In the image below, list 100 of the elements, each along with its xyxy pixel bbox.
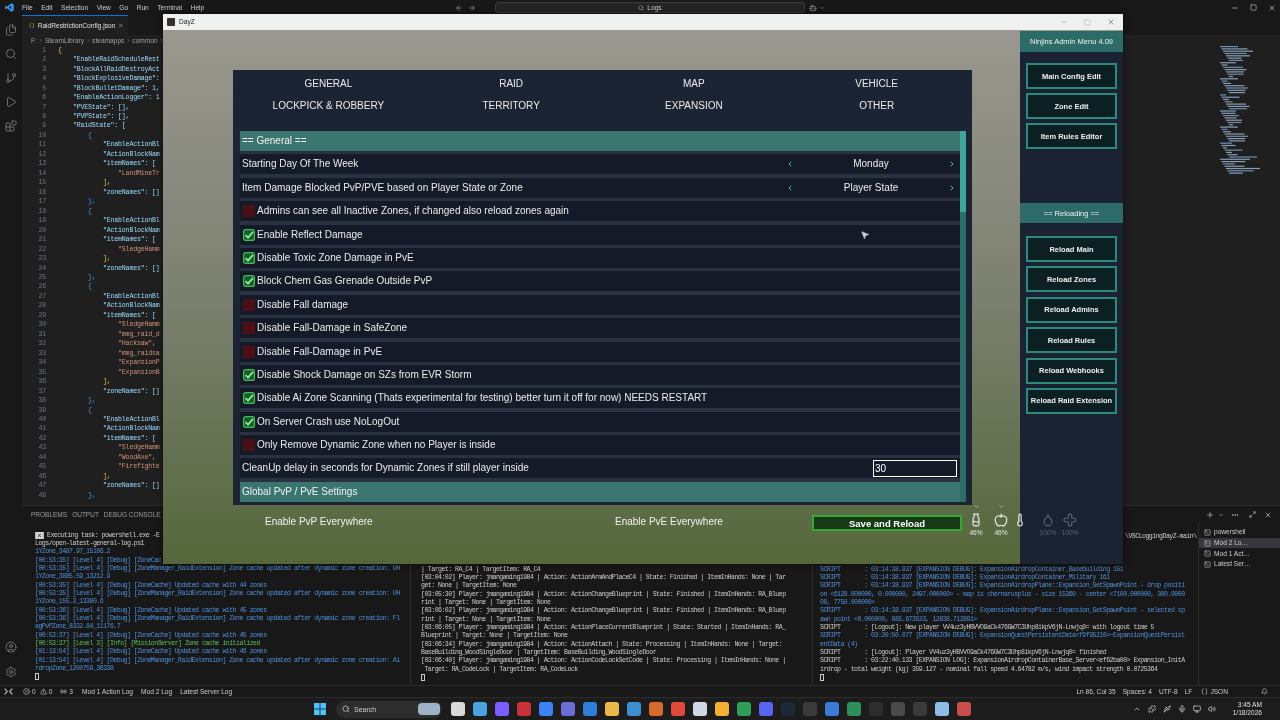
chevron-down-icon[interactable] (1218, 511, 1224, 518)
selector-value: Monday (853, 158, 889, 171)
app-icon[interactable] (517, 702, 531, 716)
braces-icon (29, 22, 35, 29)
tab[interactable]: EXPANSION (665, 100, 723, 112)
angle-brackets-icon[interactable] (4, 688, 13, 695)
app-icon[interactable] (759, 702, 773, 716)
chevron-up-icon[interactable] (1132, 705, 1141, 713)
search-icon (638, 4, 645, 11)
setting-label: Disable Ai Zone Scanning (Thats experimental for testing) better turn it off for now) NEEDS RESTART (257, 392, 708, 405)
number-input[interactable]: 30 (873, 459, 957, 477)
tab[interactable]: GENERAL (304, 78, 353, 90)
maximize-icon[interactable] (1249, 511, 1256, 518)
checkbox[interactable] (243, 205, 255, 218)
branch-icon[interactable] (5, 72, 17, 84)
setting-label: Enable PvE Everywhere (615, 516, 723, 527)
setting-label: Disable Fall damage (257, 298, 349, 311)
chevron-right-icon (38, 38, 44, 43)
save-reload-button[interactable]: Save and Reload (812, 515, 962, 531)
setting-label: Enable Reflect Damage (257, 228, 363, 241)
setting-label: Enable PvP Everywhere (265, 516, 373, 527)
account-icon[interactable] (5, 641, 17, 653)
broadcast-icon[interactable] (60, 688, 68, 695)
app-icon[interactable] (935, 702, 949, 716)
checkbox[interactable] (243, 345, 255, 358)
volume-icon[interactable] (1207, 705, 1216, 713)
tab[interactable]: MAP (683, 78, 705, 90)
checkbox[interactable] (243, 392, 255, 405)
app-icon[interactable] (847, 702, 861, 716)
checkbox[interactable] (243, 298, 255, 311)
chevron-right-icon[interactable] (948, 160, 956, 169)
puzzle-icon[interactable] (1147, 705, 1156, 713)
tab[interactable]: TERRITORY (482, 100, 540, 112)
app-icon[interactable] (715, 702, 729, 716)
app-icon[interactable] (671, 702, 685, 716)
checkbox[interactable] (243, 228, 255, 241)
close-icon[interactable] (1107, 18, 1115, 26)
maximize-icon[interactable] (1250, 4, 1257, 11)
setting-label: Disable Shock Damage on SZs from EVR Storm (257, 368, 472, 381)
app-icon[interactable] (825, 702, 839, 716)
scrollbar-thumb[interactable] (960, 131, 966, 212)
setting-label: Block Chem Gas Grenade Outside PvP (257, 275, 433, 288)
checkbox[interactable] (243, 415, 255, 428)
app-icon[interactable] (451, 702, 465, 716)
tab[interactable]: LOCKPICK & ROBBERY (272, 100, 385, 112)
app-icon[interactable] (737, 702, 751, 716)
app-icon[interactable] (957, 702, 971, 716)
tab[interactable]: RAID (499, 78, 524, 90)
chevron-left-icon[interactable] (786, 160, 794, 169)
chevron-right-icon[interactable] (948, 183, 956, 192)
usb-icon[interactable] (1162, 705, 1171, 713)
checkbox[interactable] (243, 275, 255, 288)
error-icon[interactable] (23, 688, 30, 695)
chevron-right-icon (85, 38, 91, 43)
terminal-cursor (35, 673, 39, 681)
app-icon[interactable] (583, 702, 597, 716)
chevron-down-icon (972, 503, 980, 510)
plus-icon[interactable] (1206, 510, 1214, 519)
chevron-left-icon[interactable] (786, 183, 794, 192)
app-icon[interactable] (649, 702, 663, 716)
selector-value: Player State (843, 181, 899, 194)
setting-label: Item Damage Blocked PvP/PVE based on Player State or Zone (242, 181, 523, 194)
braces-icon (1201, 688, 1209, 695)
settings-icon[interactable] (5, 666, 17, 678)
app-icon[interactable] (605, 702, 619, 716)
app-icon[interactable] (561, 702, 575, 716)
app-icon[interactable] (693, 702, 707, 716)
extensions-icon[interactable] (5, 120, 17, 132)
game-logo-icon (167, 18, 175, 26)
terminal-icon (1204, 539, 1211, 547)
bell-icon[interactable] (1261, 688, 1268, 695)
microphone-icon[interactable] (1177, 705, 1186, 713)
app-icon[interactable] (539, 702, 553, 716)
mouse-pointer-icon (860, 230, 870, 240)
start-icon[interactable] (314, 703, 326, 715)
app-icon[interactable] (473, 702, 487, 716)
scrollbar-track[interactable] (960, 131, 966, 502)
checkbox[interactable] (243, 439, 255, 452)
close-icon[interactable] (1264, 510, 1272, 519)
play-icon[interactable] (5, 96, 17, 108)
robot-icon[interactable] (809, 3, 817, 12)
setting-label: Admins can see all Inactive Zones, if changed also reload zones again (257, 205, 569, 218)
monitor-icon[interactable] (1192, 705, 1201, 713)
search-icon[interactable] (5, 48, 17, 60)
checkbox[interactable] (243, 251, 255, 264)
warning-icon[interactable] (39, 688, 47, 695)
tab[interactable]: OTHER (859, 100, 895, 112)
checkbox[interactable] (243, 322, 255, 335)
setting-label: Disable Fall-Damage in PvE (257, 345, 383, 358)
back-arrow-icon[interactable] (455, 3, 463, 12)
files-icon[interactable] (5, 24, 17, 36)
app-icon[interactable] (627, 702, 641, 716)
app-icon[interactable] (495, 702, 509, 716)
setting-label: Disable Fall-Damage in SafeZone (257, 322, 408, 335)
setting-label: Starting Day Of The Week (242, 158, 359, 171)
checkbox[interactable] (243, 368, 255, 381)
tab[interactable]: VEHICLE (855, 78, 898, 90)
chevron-down-icon[interactable] (819, 4, 825, 11)
forward-arrow-icon[interactable] (468, 3, 476, 12)
close-icon[interactable] (1268, 3, 1276, 12)
